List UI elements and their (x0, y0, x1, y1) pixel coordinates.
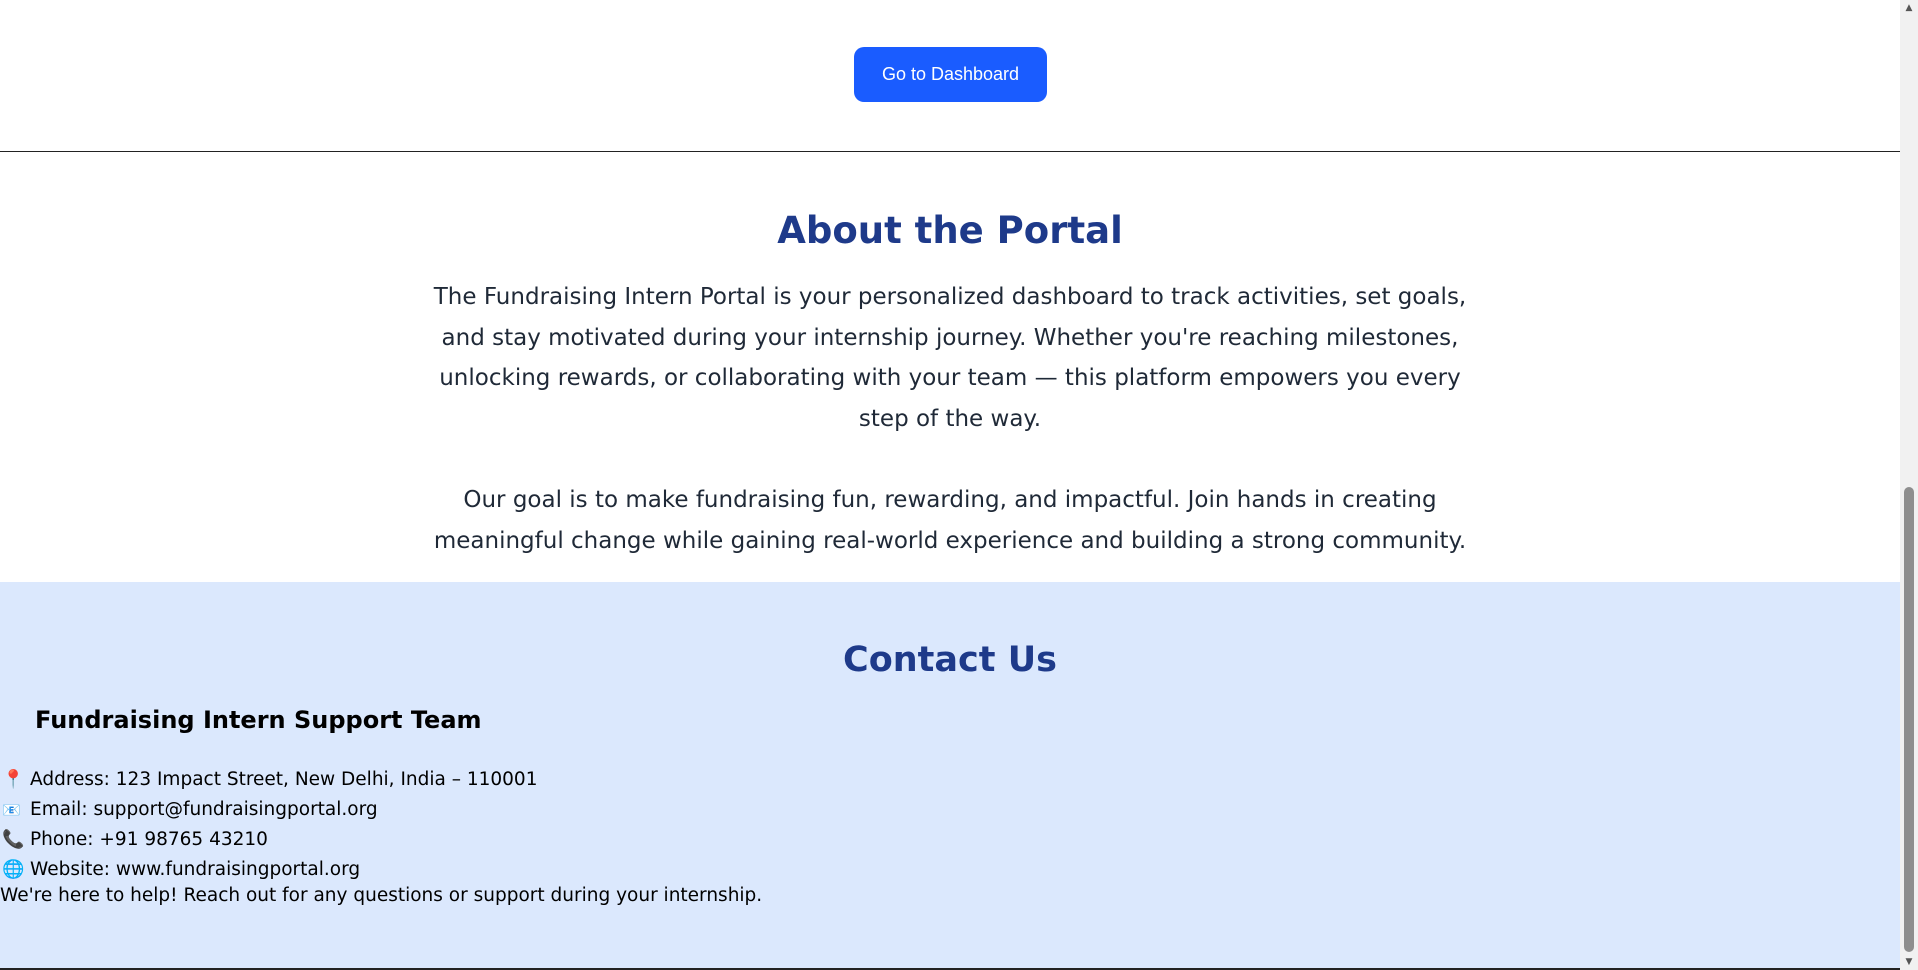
vertical-scrollbar[interactable]: ▲ ▼ (1900, 0, 1918, 970)
about-text: The Fundraising Intern Portal is your pe… (420, 277, 1480, 561)
dashboard-cta-section: Go to Dashboard (0, 0, 1900, 152)
contact-list: 📍 Address: 123 Impact Street, New Delhi,… (2, 765, 537, 885)
contact-phone: 📞 Phone: +91 98765 43210 (2, 825, 537, 855)
about-section: About the Portal The Fundraising Intern … (0, 153, 1900, 582)
contact-website-text[interactable]: Website: www.fundraisingportal.org (30, 855, 360, 885)
contact-phone-text: Phone: +91 98765 43210 (30, 829, 268, 850)
page: Go to Dashboard About the Portal The Fun… (0, 0, 1900, 970)
contact-section: Contact Us Fundraising Intern Support Te… (0, 582, 1900, 970)
globe-icon: 🌐 (2, 859, 25, 880)
scroll-down-arrow-icon[interactable]: ▼ (1900, 954, 1918, 970)
about-paragraph-2: Our goal is to make fundraising fun, rew… (433, 487, 1467, 554)
scroll-up-arrow-icon[interactable]: ▲ (1900, 0, 1918, 16)
contact-email: 📧 Email: support@fundraisingportal.org (2, 795, 537, 825)
phone-icon: 📞 (2, 829, 25, 850)
go-to-dashboard-button[interactable]: Go to Dashboard (854, 47, 1047, 102)
contact-address-text: Address: 123 Impact Street, New Delhi, I… (30, 769, 538, 790)
scrollbar-thumb[interactable] (1904, 487, 1914, 952)
support-team-name: Fundraising Intern Support Team (35, 706, 482, 734)
contact-email-text[interactable]: Email: support@fundraisingportal.org (30, 795, 378, 825)
contact-title: Contact Us (843, 640, 1057, 680)
pin-icon: 📍 (2, 769, 25, 790)
email-icon: 📧 (2, 801, 21, 819)
help-text: We're here to help! Reach out for any qu… (0, 885, 763, 906)
contact-address: 📍 Address: 123 Impact Street, New Delhi,… (2, 765, 537, 795)
contact-website: 🌐 Website: www.fundraisingportal.org (2, 855, 537, 885)
about-paragraph-1: The Fundraising Intern Portal is your pe… (433, 284, 1467, 432)
about-title: About the Portal (777, 209, 1123, 252)
